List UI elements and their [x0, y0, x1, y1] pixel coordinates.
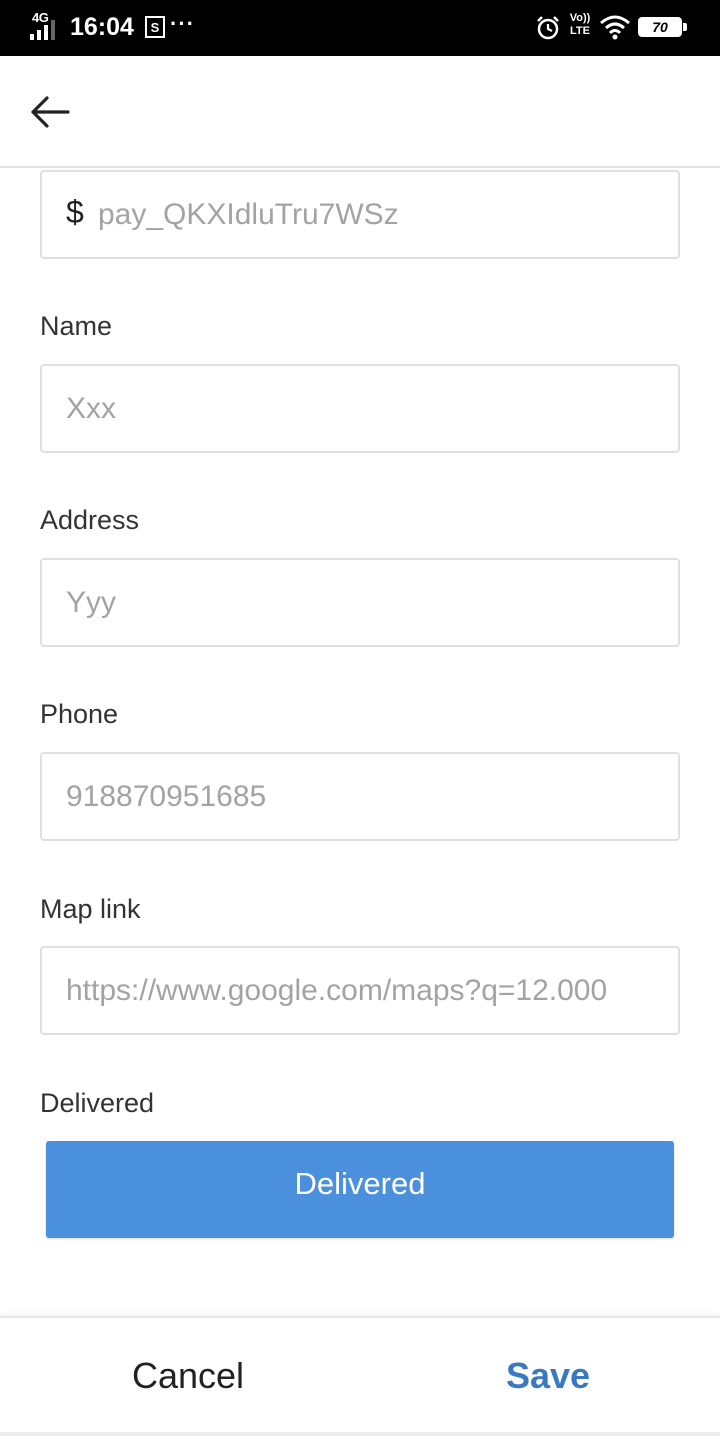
bottom-action-bar: Cancel Save — [0, 1316, 720, 1436]
status-bar: 4G 16:04 S ··· Vo)) LTE 70 — [0, 0, 720, 56]
map-link-field[interactable] — [40, 946, 680, 1035]
cancel-button[interactable]: Cancel — [8, 1318, 368, 1434]
battery-icon: 70 — [638, 17, 682, 37]
name-label: Name — [40, 311, 113, 341]
network-type: 4G — [32, 10, 49, 25]
arrow-left-icon — [31, 96, 70, 128]
app-bar — [0, 56, 720, 168]
phone-input[interactable] — [66, 754, 656, 839]
name-field[interactable] — [40, 364, 680, 453]
phone-label: Phone — [40, 699, 119, 729]
svg-text:S: S — [151, 20, 160, 35]
bottom-divider — [0, 1432, 720, 1436]
dollar-icon: $ — [66, 194, 84, 230]
address-label: Address — [40, 505, 140, 535]
more-notifications-icon: ··· — [170, 11, 195, 36]
form-content: $ Name Address Phone Map link Delivered … — [0, 168, 720, 1316]
name-input[interactable] — [66, 366, 656, 451]
screenshot-icon: S — [145, 16, 165, 38]
volte-icon: Vo)) LTE — [569, 12, 591, 37]
battery-level: 70 — [652, 19, 668, 35]
phone-field[interactable] — [40, 752, 680, 841]
alarm-icon — [537, 16, 559, 40]
address-input[interactable] — [66, 560, 656, 645]
delivered-status-button[interactable]: Delivered — [46, 1141, 674, 1238]
map-link-input[interactable] — [66, 948, 656, 1033]
wifi-icon — [600, 15, 630, 40]
map-link-label: Map link — [40, 894, 141, 924]
payment-id-field[interactable]: $ — [40, 170, 680, 259]
delivered-label: Delivered — [40, 1088, 155, 1118]
payment-id-input[interactable] — [98, 172, 658, 257]
battery-tip — [683, 23, 687, 31]
save-button[interactable]: Save — [368, 1318, 720, 1434]
address-field[interactable] — [40, 558, 680, 647]
status-time: 16:04 — [70, 13, 134, 41]
back-button[interactable] — [24, 86, 76, 138]
